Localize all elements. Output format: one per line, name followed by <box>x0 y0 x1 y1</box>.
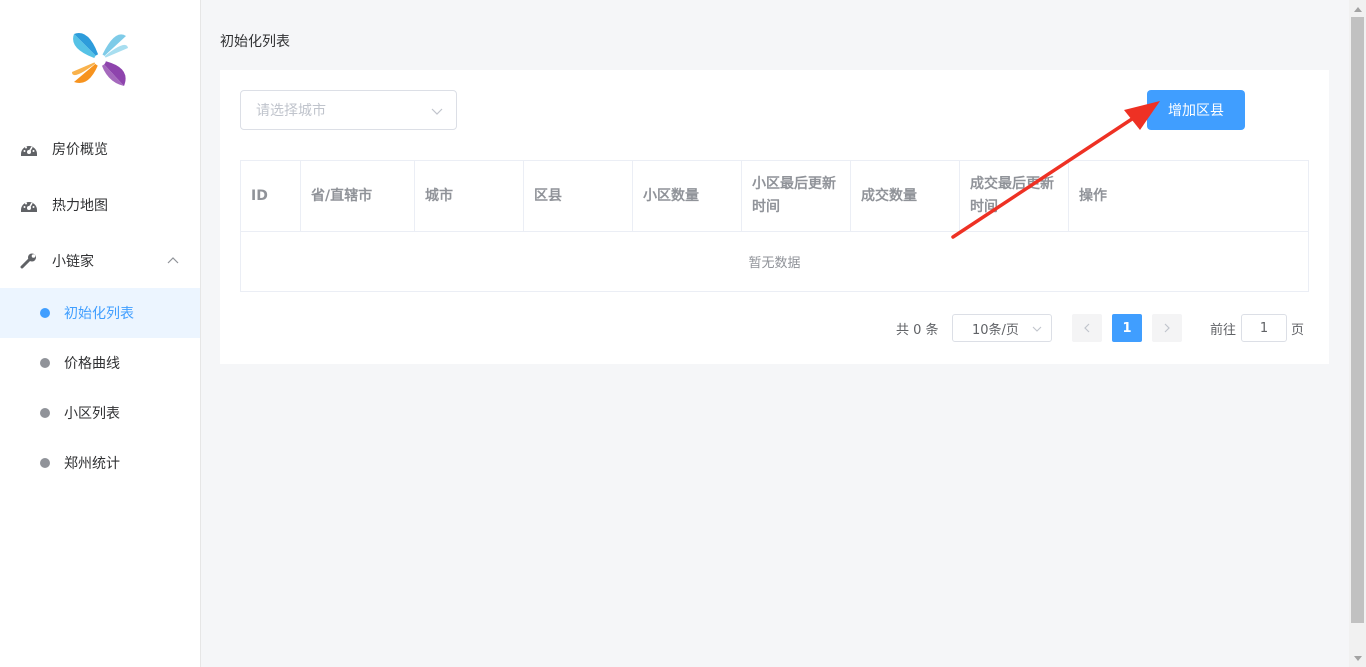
bullet-dot-icon <box>40 308 50 318</box>
goto-label: 前往 <box>1210 323 1237 338</box>
column-header: ID <box>241 161 301 231</box>
content-card: 请选择城市 增加区县 ID 省/直辖市 城市 区县 小区数量 小区最后更新时间 … <box>220 70 1329 364</box>
menu-item-label: 房价概览 <box>52 142 108 158</box>
scroll-up-arrow-icon[interactable] <box>1349 0 1366 17</box>
page-size-value: 10条/页 <box>972 322 1019 338</box>
add-district-button[interactable]: 增加区县 <box>1147 90 1245 130</box>
city-select[interactable]: 请选择城市 <box>240 90 457 130</box>
prev-page-button[interactable] <box>1072 314 1102 342</box>
submenu-item-label: 价格曲线 <box>64 356 120 372</box>
bullet-dot-icon <box>40 408 50 418</box>
submenu-item-label: 小区列表 <box>64 406 120 422</box>
column-header: 省/直辖市 <box>301 161 415 231</box>
data-table: ID 省/直辖市 城市 区县 小区数量 小区最后更新时间 成交数量 成交最后更新… <box>240 160 1309 292</box>
submenu-item-label: 郑州统计 <box>64 456 120 472</box>
chevron-right-icon <box>1164 323 1170 333</box>
column-header: 操作 <box>1079 187 1107 204</box>
scroll-thumb[interactable] <box>1351 17 1364 623</box>
bullet-dot-icon <box>40 458 50 468</box>
submenu-item-community-list[interactable]: 小区列表 <box>0 388 200 438</box>
dashboard-icon <box>20 196 38 214</box>
menu-item-xiaolianjia[interactable]: 小链家 <box>0 236 200 286</box>
column-header: 成交最后更新时间 <box>960 161 1069 231</box>
column-header: 区县 <box>524 161 633 231</box>
goto-page-input[interactable] <box>1241 314 1287 342</box>
column-header: 小区最后更新时间 <box>742 161 851 231</box>
submenu-item-zhengzhou-stats[interactable]: 郑州统计 <box>0 438 200 488</box>
page-size-select[interactable]: 10条/页 <box>952 314 1052 342</box>
wrench-icon <box>20 252 38 270</box>
pagination: 共 0 条 10条/页 1 前往 页 <box>220 314 1329 342</box>
menu-item-heat-map[interactable]: 热力地图 <box>0 180 200 230</box>
menu-item-label: 热力地图 <box>52 198 108 214</box>
column-header: 成交数量 <box>851 161 960 231</box>
menu-item-price-overview[interactable]: 房价概览 <box>0 124 200 174</box>
bullet-dot-icon <box>40 358 50 368</box>
scroll-down-arrow-icon[interactable] <box>1349 650 1366 667</box>
pinwheel-logo-icon <box>72 33 128 86</box>
table-empty-text: 暂无数据 <box>748 256 801 271</box>
column-header: 城市 <box>415 161 524 231</box>
chevron-left-icon <box>1084 323 1090 333</box>
city-select-placeholder: 请选择城市 <box>256 103 326 119</box>
chevron-down-icon <box>1032 326 1042 332</box>
chevron-up-icon <box>167 257 179 264</box>
submenu-item-label: 初始化列表 <box>64 306 134 322</box>
submenu-item-price-curve[interactable]: 价格曲线 <box>0 338 200 388</box>
dashboard-icon <box>20 140 38 158</box>
vertical-scrollbar[interactable] <box>1349 0 1366 667</box>
chevron-down-icon <box>431 108 443 115</box>
menu-item-label: 小链家 <box>52 254 94 270</box>
next-page-button[interactable] <box>1152 314 1182 342</box>
column-header: 小区数量 <box>633 161 742 231</box>
sidebar: 房价概览 热力地图 小链家 初始化列表 价格曲线 小区列表 郑州统计 <box>0 0 201 667</box>
pagination-total: 共 0 条 <box>896 323 939 338</box>
submenu-item-init-list[interactable]: 初始化列表 <box>0 288 200 338</box>
table-header: ID 省/直辖市 城市 区县 小区数量 小区最后更新时间 成交数量 成交最后更新… <box>241 161 1308 232</box>
page-unit-label: 页 <box>1291 323 1305 338</box>
page-number-current[interactable]: 1 <box>1112 314 1142 342</box>
breadcrumb: 初始化列表 <box>220 34 290 50</box>
